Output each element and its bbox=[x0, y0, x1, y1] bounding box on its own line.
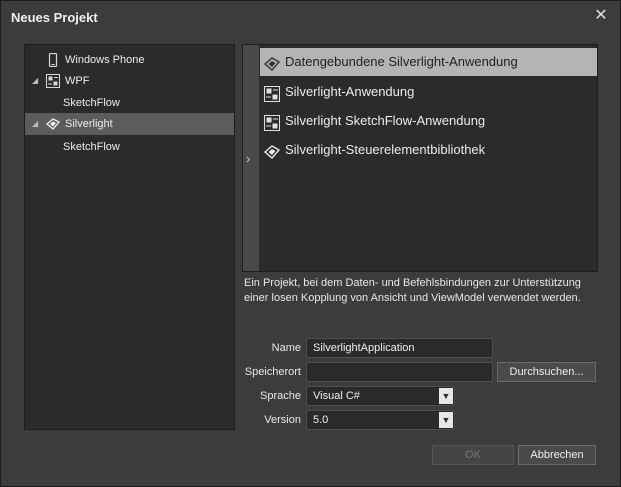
close-icon[interactable]: ✕ bbox=[592, 7, 610, 25]
location-label: Speicherort bbox=[244, 366, 301, 378]
template-item-data-bound-app[interactable]: Datengebundene Silverlight-Anwendung bbox=[260, 48, 597, 76]
list-side-panel[interactable]: › bbox=[243, 45, 259, 271]
tree-item-label: SketchFlow bbox=[63, 141, 120, 153]
expand-arrow-icon[interactable]: ◢ bbox=[32, 70, 42, 92]
tree-item-silverlight-sketchflow[interactable]: SketchFlow bbox=[25, 136, 234, 158]
cancel-button[interactable]: Abbrechen bbox=[518, 445, 596, 465]
version-select[interactable]: 5.0 ▼ bbox=[306, 410, 455, 430]
silverlight-icon bbox=[263, 54, 281, 71]
chevron-down-icon[interactable]: ▼ bbox=[439, 388, 453, 404]
version-label: Version bbox=[264, 414, 301, 426]
language-select[interactable]: Visual C# ▼ bbox=[306, 386, 455, 406]
tree-item-label: SketchFlow bbox=[63, 97, 120, 109]
language-value: Visual C# bbox=[313, 390, 360, 402]
template-item-control-library[interactable]: Silverlight-Steuerelementbibliothek bbox=[260, 136, 597, 164]
chevron-down-icon[interactable]: ▼ bbox=[439, 412, 453, 428]
version-value: 5.0 bbox=[313, 414, 329, 426]
template-description: Ein Projekt, bei dem Daten- und Befehlsb… bbox=[244, 277, 581, 304]
app-window-icon bbox=[264, 113, 280, 131]
tree-item-silverlight[interactable]: ◢ Silverlight bbox=[25, 113, 234, 135]
title-bar: Neues Projekt ✕ bbox=[1, 1, 620, 34]
tree-item-wpf-sketchflow[interactable]: SketchFlow bbox=[25, 92, 234, 114]
wpf-icon bbox=[46, 74, 60, 88]
name-field[interactable]: SilverlightApplication bbox=[306, 338, 493, 358]
template-list: › Datengebundene Silverlight-Anwendung S… bbox=[242, 44, 598, 272]
app-window-icon bbox=[264, 84, 280, 102]
name-label: Name bbox=[271, 342, 301, 354]
template-label: Silverlight SketchFlow-Anwendung bbox=[285, 113, 486, 128]
language-label: Sprache bbox=[260, 390, 301, 402]
chevron-right-icon[interactable]: › bbox=[246, 151, 250, 166]
template-label: Datengebundene Silverlight-Anwendung bbox=[285, 54, 518, 69]
silverlight-icon bbox=[45, 117, 61, 131]
tree-item-wpf[interactable]: ◢ WPF bbox=[25, 70, 234, 92]
ok-button[interactable]: OK bbox=[432, 445, 514, 465]
template-label: Silverlight-Anwendung bbox=[285, 84, 415, 99]
tree-item-windows-phone[interactable]: Windows Phone bbox=[25, 49, 234, 71]
phone-icon bbox=[46, 52, 60, 68]
template-label: Silverlight-Steuerelementbibliothek bbox=[285, 142, 486, 157]
tree-item-label: Windows Phone bbox=[65, 54, 145, 66]
template-item-app[interactable]: Silverlight-Anwendung bbox=[260, 78, 597, 106]
tree-item-label: WPF bbox=[65, 75, 90, 87]
expand-arrow-icon[interactable]: ◢ bbox=[32, 113, 42, 135]
template-item-sketchflow-app[interactable]: Silverlight SketchFlow-Anwendung bbox=[260, 107, 597, 135]
silverlight-icon bbox=[263, 142, 281, 159]
location-field[interactable] bbox=[306, 362, 493, 382]
dialog-title: Neues Projekt bbox=[11, 10, 98, 25]
browse-button[interactable]: Durchsuchen... bbox=[497, 362, 596, 382]
tree-item-label: Silverlight bbox=[65, 118, 113, 130]
new-project-dialog: Neues Projekt ✕ Windows Phone ◢ WPF Sket… bbox=[0, 0, 621, 487]
